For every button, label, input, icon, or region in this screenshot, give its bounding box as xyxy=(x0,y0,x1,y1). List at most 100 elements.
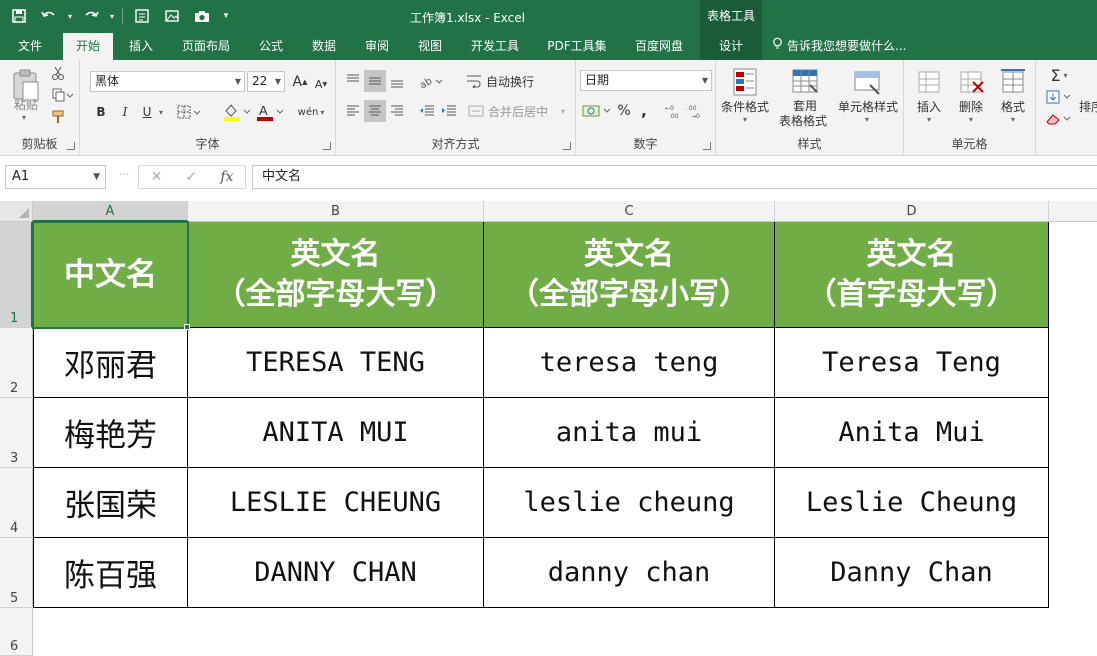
decrease-decimal-icon[interactable]: .00 →0 xyxy=(686,100,708,122)
underline-dropdown-icon[interactable]: ▾ xyxy=(156,102,166,122)
align-top-icon[interactable] xyxy=(342,70,364,92)
camera-icon[interactable] xyxy=(189,4,215,28)
cell-d1[interactable]: 英文名 （首字母大写） xyxy=(775,222,1049,328)
form-icon[interactable] xyxy=(129,4,155,28)
enter-icon[interactable]: ✓ xyxy=(185,169,197,185)
cell-a4[interactable]: 张国荣 xyxy=(33,468,188,538)
name-box[interactable]: A1 ▼ xyxy=(5,165,106,189)
column-header-b[interactable]: B xyxy=(188,201,484,222)
cell-b5[interactable]: DANNY CHAN xyxy=(188,538,484,608)
align-right-icon[interactable] xyxy=(386,100,408,122)
cell-a3[interactable]: 梅艳芳 xyxy=(33,398,188,468)
tab-pdf-tools[interactable]: PDF工具集 xyxy=(540,33,614,60)
wrap-text-icon[interactable] xyxy=(464,70,484,92)
image-icon[interactable] xyxy=(159,4,185,28)
font-color-icon[interactable]: A xyxy=(254,100,286,124)
formula-input[interactable]: 中文名 xyxy=(252,165,1097,189)
column-header-c[interactable]: C xyxy=(484,201,775,222)
cell-b4[interactable]: LESLIE CHEUNG xyxy=(188,468,484,538)
grow-font-icon[interactable]: A ▲ xyxy=(291,72,309,92)
format-dropdown-icon[interactable]: ▾ xyxy=(1008,114,1018,124)
tab-design[interactable]: 设计 xyxy=(700,33,762,60)
tab-file[interactable]: 文件 xyxy=(8,33,52,60)
clipboard-launcher-icon[interactable] xyxy=(67,142,75,150)
number-format-combo[interactable]: 日期 ▼ xyxy=(580,70,712,91)
save-icon[interactable] xyxy=(6,4,32,28)
tab-developer[interactable]: 开发工具 xyxy=(462,33,528,60)
cell-c1[interactable]: 英文名 （全部字母小写） xyxy=(484,222,775,328)
row-header-5[interactable]: 5 xyxy=(0,538,33,608)
cell-styles-icon[interactable] xyxy=(850,66,884,98)
orientation-icon[interactable]: ab xyxy=(416,70,446,92)
fill-color-icon[interactable] xyxy=(221,100,253,124)
cell-c5[interactable]: danny chan xyxy=(484,538,775,608)
cell-d5[interactable]: Danny Chan xyxy=(775,538,1049,608)
cut-icon[interactable] xyxy=(48,64,68,82)
column-header-a[interactable]: A xyxy=(33,201,188,222)
autosum-icon[interactable]: Σ ▾ xyxy=(1042,66,1076,85)
row-header-3[interactable]: 3 xyxy=(0,398,33,468)
delete-cells-button[interactable]: 删除 xyxy=(954,98,988,114)
tell-me-box[interactable]: 告诉我您想要做什么... xyxy=(772,33,906,60)
conditional-formatting-icon[interactable] xyxy=(728,66,762,98)
format-as-table-button[interactable]: 表格格式 xyxy=(772,113,834,128)
tab-baidu-netdisk[interactable]: 百度网盘 xyxy=(627,33,691,60)
tab-review[interactable]: 审阅 xyxy=(355,33,399,60)
column-header-e[interactable] xyxy=(1049,201,1097,222)
merge-center-button[interactable]: 合并后居中 xyxy=(488,100,558,122)
font-name-combo[interactable]: 黑体 ▼ xyxy=(90,71,245,92)
format-cells-button[interactable]: 格式 xyxy=(996,98,1030,114)
insert-dropdown-icon[interactable]: ▾ xyxy=(924,114,934,124)
font-size-combo[interactable]: 22 ▼ xyxy=(247,71,285,92)
increase-indent-icon[interactable] xyxy=(438,100,460,122)
accounting-format-icon[interactable] xyxy=(580,100,614,122)
cell-d2[interactable]: Teresa Teng xyxy=(775,328,1049,398)
shrink-font-icon[interactable]: A ▼ xyxy=(312,74,330,94)
decrease-indent-icon[interactable] xyxy=(416,100,438,122)
cell-a5[interactable]: 陈百强 xyxy=(33,538,188,608)
tab-home[interactable]: 开始 xyxy=(63,33,113,60)
delete-dropdown-icon[interactable]: ▾ xyxy=(966,114,976,124)
number-launcher-icon[interactable] xyxy=(703,142,711,150)
tab-data[interactable]: 数据 xyxy=(303,33,345,60)
merge-dropdown-icon[interactable]: ▾ xyxy=(558,100,568,122)
tab-formulas[interactable]: 公式 xyxy=(250,33,292,60)
undo-dropdown-icon[interactable]: ▾ xyxy=(66,4,74,28)
align-left-icon[interactable] xyxy=(342,100,364,122)
insert-function-button[interactable]: fx xyxy=(220,169,233,185)
font-launcher-icon[interactable] xyxy=(323,142,331,150)
align-middle-icon[interactable] xyxy=(364,70,386,92)
tab-page-layout[interactable]: 页面布局 xyxy=(174,33,238,60)
bold-button[interactable]: B xyxy=(92,102,110,122)
customize-qat-icon[interactable]: ▾ xyxy=(219,4,233,28)
row-header-6[interactable]: 6 xyxy=(0,608,33,656)
insert-cells-button[interactable]: 插入 xyxy=(912,98,946,114)
fill-handle[interactable] xyxy=(184,324,190,330)
format-painter-icon[interactable] xyxy=(48,108,68,126)
phonetic-guide-icon[interactable]: wén ▾ xyxy=(294,100,328,124)
cell-styles-dropdown-icon[interactable]: ▾ xyxy=(862,114,872,124)
format-cells-icon[interactable] xyxy=(996,66,1030,98)
row-header-2[interactable]: 2 xyxy=(0,328,33,398)
comma-button[interactable]: , xyxy=(636,100,652,122)
cell-styles-button[interactable]: 单元格样式 xyxy=(834,98,902,114)
row-header-4[interactable]: 4 xyxy=(0,468,33,538)
format-as-table-icon[interactable] xyxy=(788,66,822,98)
insert-cells-icon[interactable] xyxy=(912,66,946,98)
underline-button[interactable]: U xyxy=(138,102,156,122)
tab-view[interactable]: 视图 xyxy=(408,33,452,60)
redo-icon[interactable] xyxy=(78,4,104,28)
merge-center-icon[interactable] xyxy=(466,100,486,122)
clear-icon[interactable] xyxy=(1042,110,1076,128)
tab-insert[interactable]: 插入 xyxy=(119,33,163,60)
conditional-dropdown-icon[interactable]: ▾ xyxy=(740,114,750,124)
cell-c2[interactable]: teresa teng xyxy=(484,328,775,398)
copy-icon[interactable] xyxy=(48,86,76,104)
cell-a2[interactable]: 邓丽君 xyxy=(33,328,188,398)
cell-a1[interactable]: 中文名 xyxy=(33,222,188,328)
align-bottom-icon[interactable] xyxy=(386,70,408,92)
column-header-d[interactable]: D xyxy=(775,201,1049,222)
italic-button[interactable]: I xyxy=(116,102,134,122)
cell-c4[interactable]: leslie cheung xyxy=(484,468,775,538)
conditional-formatting-button[interactable]: 条件格式 xyxy=(716,98,774,114)
